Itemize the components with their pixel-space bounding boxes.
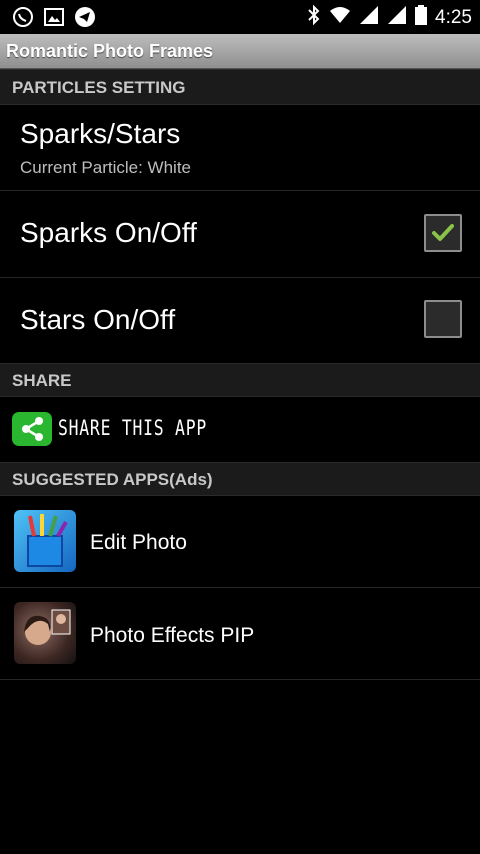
whatsapp-icon bbox=[12, 6, 34, 33]
app-label: Edit Photo bbox=[90, 531, 187, 554]
section-header-suggested: SUGGESTED APPS(Ads) bbox=[0, 462, 480, 496]
checkmark-icon bbox=[432, 224, 454, 241]
setting-summary: Current Particle: White bbox=[20, 158, 191, 177]
setting-title: Sparks/Stars bbox=[20, 118, 181, 149]
battery-icon bbox=[415, 5, 428, 30]
section-header-share: SHARE bbox=[0, 363, 480, 397]
photo-effects-pip-app-icon bbox=[14, 602, 76, 664]
suggested-app-edit-photo[interactable]: Edit Photo bbox=[0, 495, 480, 588]
sparks-toggle-label: Sparks On/Off bbox=[20, 217, 197, 248]
app-label: Photo Effects PIP bbox=[90, 624, 255, 647]
status-bar: 4:25 bbox=[0, 0, 480, 34]
section-header-particles: PARTICLES SETTING bbox=[0, 69, 480, 105]
bluetooth-icon bbox=[307, 4, 321, 31]
app-bar: Romantic Photo Frames bbox=[0, 34, 480, 69]
gallery-icon bbox=[44, 7, 64, 32]
stars-checkbox[interactable] bbox=[424, 300, 462, 338]
suggested-app-photo-effects-pip[interactable]: Photo Effects PIP bbox=[0, 588, 480, 680]
sparks-stars-setting[interactable]: Sparks/Stars Current Particle: White bbox=[0, 104, 480, 191]
telegram-icon bbox=[74, 6, 96, 33]
share-icon bbox=[12, 412, 52, 446]
status-time: 4:25 bbox=[435, 6, 472, 28]
app-title: Romantic Photo Frames bbox=[6, 41, 214, 61]
signal-2-icon bbox=[387, 5, 407, 30]
sparks-checkbox[interactable] bbox=[424, 214, 462, 252]
edit-photo-app-icon bbox=[14, 510, 76, 572]
stars-toggle-label: Stars On/Off bbox=[20, 304, 176, 335]
wifi-icon bbox=[329, 5, 351, 30]
share-app-row[interactable]: SHARE THIS APP bbox=[0, 396, 480, 463]
sparks-toggle-row[interactable]: Sparks On/Off bbox=[0, 191, 480, 278]
section-label: SHARE bbox=[12, 371, 72, 390]
share-app-label: SHARE THIS APP bbox=[58, 416, 207, 440]
signal-icon bbox=[359, 5, 379, 30]
section-label: SUGGESTED APPS(Ads) bbox=[12, 470, 213, 489]
stars-toggle-row[interactable]: Stars On/Off bbox=[0, 278, 480, 364]
section-label: PARTICLES SETTING bbox=[12, 78, 186, 97]
